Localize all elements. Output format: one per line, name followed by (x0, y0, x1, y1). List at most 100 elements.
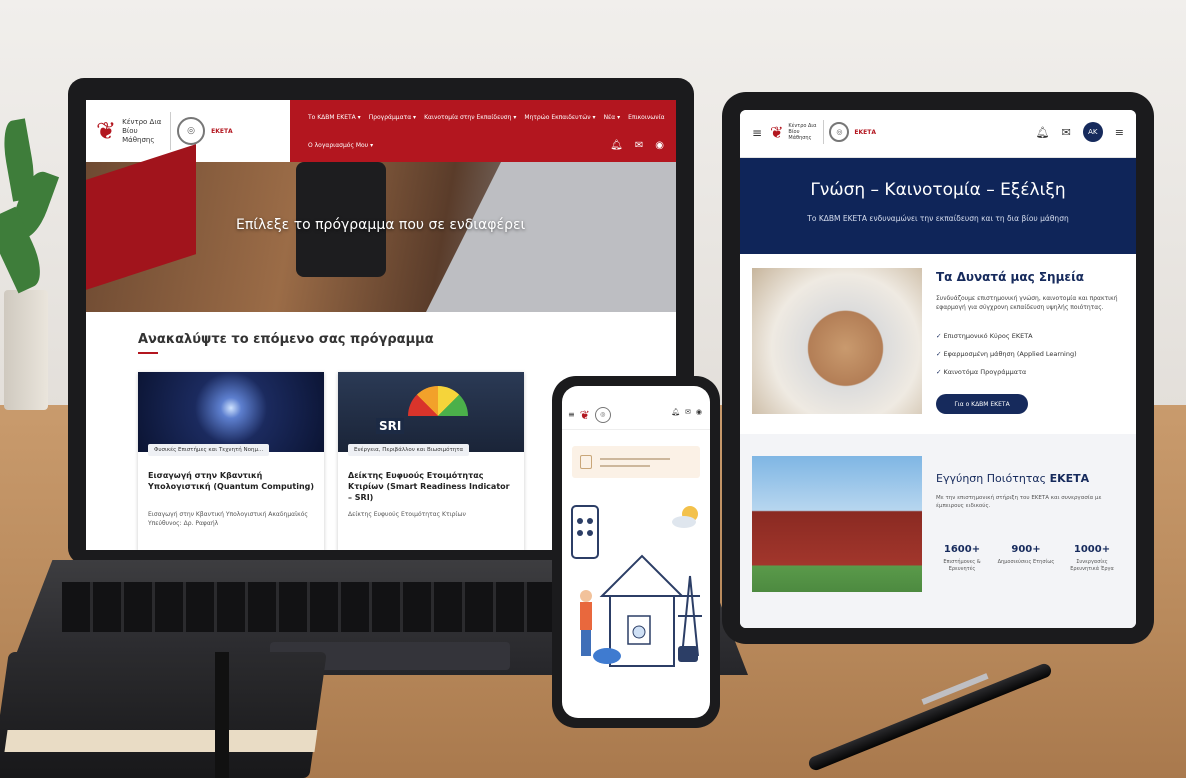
stat-value: 1000+ (1073, 544, 1111, 555)
card-text: Εισαγωγή στην Κβαντική Υπολογιστική Ακαδ… (148, 511, 308, 527)
notification-line (600, 458, 670, 460)
bell-icon[interactable]: 🔔︎ (610, 140, 623, 151)
person-legs (581, 630, 591, 656)
hero-subtitle: Το ΚΔΒΜ ΕΚΕΤΑ ενδυναμώνει την εκπαίδευση… (807, 214, 1069, 223)
nav-item[interactable]: Καινοτομία στην Εκπαίδευση ▾ (424, 114, 516, 121)
hero-title: Επίλεξε το πρόγραμμα που σε ενδιαφέρει (236, 217, 526, 233)
quality-title-text: Εγγύηση Ποιότητας (936, 472, 1047, 485)
stat: 1000+ Συνεργασίες Ερευνητικά Έργα (1062, 544, 1122, 573)
notebook-pages (4, 730, 318, 752)
strength-item-label: Επιστημονικό Κύρος ΕΚΕΤΑ (943, 332, 1033, 340)
program-card[interactable]: Φυσικές Επιστήμες και Τεχνητή Νοημ... Ει… (138, 372, 324, 550)
phone-app-dot (587, 518, 593, 524)
check-icon: ✓ (936, 368, 942, 376)
logo-divider (170, 112, 172, 150)
bell-icon[interactable]: 🔔︎ (671, 408, 680, 416)
phone-app-dot (577, 530, 583, 536)
document-icon (580, 455, 592, 469)
person-head (580, 590, 592, 602)
menu-icon[interactable]: ≡ (752, 126, 762, 140)
strength-item: ✓ Επιστημονικό Κύρος ΕΚΕΤΑ (936, 332, 1033, 340)
card-image-sri: SRI (338, 372, 524, 452)
seal-icon: ◎ (594, 406, 611, 423)
seal-icon: ◎ (829, 122, 850, 142)
car-illustration (593, 648, 621, 664)
teamwork-photo (752, 268, 922, 414)
cloud-icon (672, 516, 696, 528)
notification-line (600, 465, 650, 467)
nav-item[interactable]: Νέα ▾ (604, 114, 621, 121)
nav-item[interactable]: Μητρώο Εκπαιδευτών ▾ (524, 114, 595, 121)
stat-value: 900+ (1011, 544, 1041, 555)
scene: ❦ Κέντρο Δια Βίου Μάθησης ◎ ΕΚΕΤΑ Το ΚΔΒ… (0, 0, 1186, 778)
stat-label: Επιστήμονες & Ερευνητές (943, 559, 981, 572)
phone-app-dot (577, 518, 583, 524)
pylon-illustration (678, 575, 702, 657)
tablet-screen: ≡ ❦ Κέντρο Δια Βίου Μάθησης ◎ ΕΚΕΤΑ 🔔︎ ✉… (740, 110, 1136, 628)
logo-text: Κέντρο Δια Βίου Μάθησης (122, 117, 162, 144)
check-icon: ✓ (936, 350, 942, 358)
card-category: Ενέργεια, Περιβάλλον και Βιωσιμότητα (348, 444, 470, 456)
avatar[interactable]: AK (1082, 122, 1103, 142)
stat-label: Δημοσιεύσεις Ετησίως (997, 559, 1055, 565)
strengths-text: Συνδυάζουμε επιστημονική γνώση, καινοτομ… (936, 295, 1118, 311)
stat: 1600+ Επιστήμονες & Ερευνητές (932, 544, 992, 573)
hero-book-image (86, 144, 196, 290)
battery-illustration (678, 646, 698, 662)
section-title: Ανακαλύψτε το επόμενο σας πρόγραμμα (138, 332, 434, 347)
about-button[interactable]: Για ο ΚΔΒΜ ΕΚΕΤΑ (936, 394, 1028, 414)
phone-header-icons: 🔔︎ ✉︎ ◉ (671, 408, 702, 416)
stat: 900+ Δημοσιεύσεις Ετησίως (996, 544, 1056, 566)
card-title[interactable]: Δείκτης Ευφυούς Ετοιμότητας Κτιρίων (Sma… (348, 470, 514, 503)
building-photo (752, 456, 922, 592)
strength-item: ✓ Εφαρμοσμένη μάθηση (Applied Learning) (936, 350, 1077, 358)
user-icon[interactable]: ◉ (696, 408, 702, 416)
strength-item-label: Καινοτόμα Προγράμματα (943, 368, 1027, 376)
house-roof (599, 554, 685, 597)
main-nav: Το ΚΔΒΜ ΕΚΕΤΑ ▾ Προγράμματα ▾ Καινοτομία… (308, 114, 665, 121)
card-title[interactable]: Εισαγωγή στην Κβαντική Υπολογιστική (Qua… (148, 470, 314, 492)
strength-item-label: Εφαρμοσμένη μάθηση (Applied Learning) (943, 350, 1077, 358)
section-underline (138, 352, 158, 354)
strength-item: ✓ Καινοτόμα Προγράμματα (936, 368, 1026, 376)
mail-icon[interactable]: ✉︎ (635, 140, 643, 151)
quality-text: Με την επιστημονική στήριξη του ΕΚΕΤΑ κα… (936, 495, 1102, 509)
notebook (0, 652, 327, 778)
check-icon: ✓ (936, 332, 942, 340)
phone-app-dot (587, 530, 593, 536)
notification-banner[interactable] (572, 446, 700, 478)
notebook-strap (215, 652, 229, 778)
phone-screen: ≡ ❦ ◎ 🔔︎ ✉︎ ◉ (562, 386, 710, 718)
tablet-logo[interactable]: ❦ Κέντρο Δια Βίου Μάθησης ◎ ΕΚΕΤΑ (770, 120, 876, 144)
nav-item[interactable]: Προγράμματα ▾ (369, 114, 416, 121)
nav-account[interactable]: Ο λογαριασμός Μου ▾ (308, 142, 373, 149)
logo-mark-icon: ❦ (770, 122, 784, 142)
mail-icon[interactable]: ✉︎ (685, 408, 691, 416)
gauge-icon (408, 386, 468, 416)
stat-label: Συνεργασίες Ερευνητικά Έργα (1070, 559, 1114, 572)
header-icons: 🔔︎ ✉︎ ◉ (610, 140, 664, 151)
nav-item[interactable]: Επικοινωνία (628, 114, 664, 121)
logo-eketa: ΕΚΕΤΑ (854, 128, 876, 136)
menu-icon[interactable]: ≡ (568, 410, 575, 419)
card-image-quantum (138, 372, 324, 452)
menu-icon[interactable]: ≡ (1115, 126, 1124, 139)
tablet-header-icons: 🔔︎ ✉︎ AK ≡ (1036, 122, 1124, 142)
program-card[interactable]: SRI Ενέργεια, Περιβάλλον και Βιωσιμότητα… (338, 372, 524, 550)
hero-title: Γνώση – Καινοτομία – Εξέλιξη (810, 180, 1066, 200)
washer-door (632, 625, 646, 639)
logo-divider (823, 120, 825, 144)
seal-icon: ◎ (177, 117, 206, 145)
tablet-header: ≡ ❦ Κέντρο Δια Βίου Μάθησης ◎ ΕΚΕΤΑ 🔔︎ ✉… (740, 110, 1136, 158)
quality-title-bold: ΕΚΕΤΑ (1049, 472, 1090, 485)
strengths-title: Τα Δυνατά μας Σημεία (936, 270, 1085, 284)
bell-icon[interactable]: 🔔︎ (1036, 126, 1050, 139)
logo-eketa: ΕΚΕΤΑ (211, 127, 233, 135)
logo-text: Κέντρο Δια Βίου Μάθησης (788, 123, 817, 141)
mail-icon[interactable]: ✉︎ (1062, 126, 1071, 139)
user-icon[interactable]: ◉ (655, 140, 664, 151)
quality-title: Εγγύηση Ποιότητας ΕΚΕΤΑ (936, 472, 1089, 485)
card-text: Δείκτης Ευφυούς Ετοιμότητας Κτιρίων (348, 511, 466, 518)
logo-mark-icon: ❦ (579, 407, 590, 422)
nav-item[interactable]: Το ΚΔΒΜ ΕΚΕΤΑ ▾ (308, 114, 361, 121)
